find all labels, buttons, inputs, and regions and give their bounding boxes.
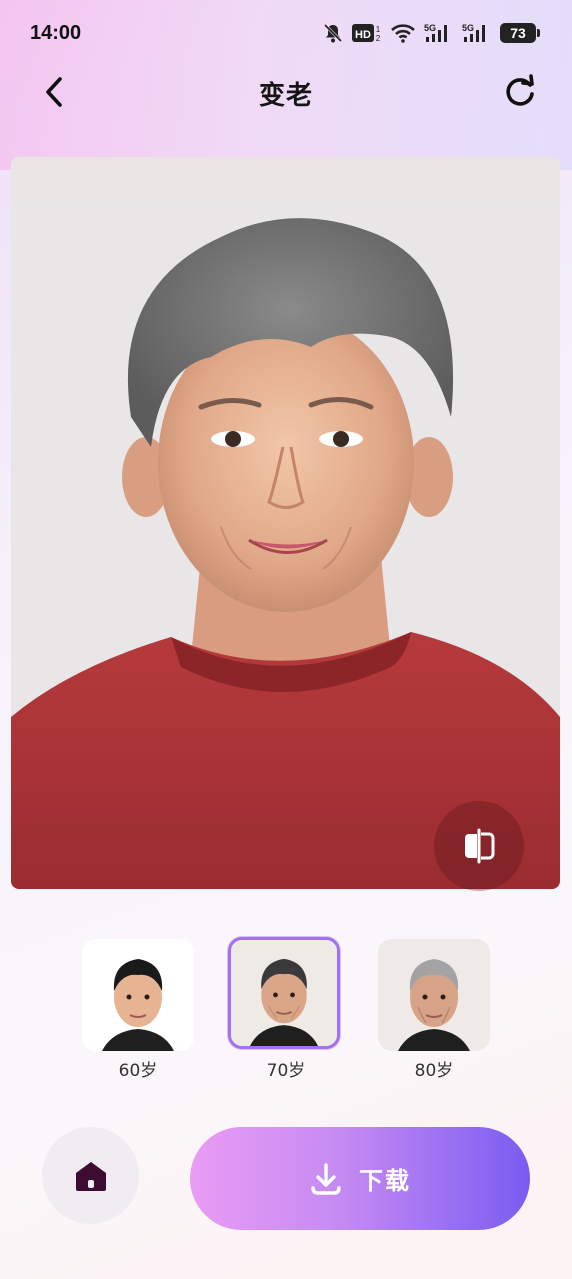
status-time: 14:00	[30, 21, 82, 44]
nav-bar: 变老	[0, 66, 572, 120]
wifi-icon	[391, 24, 415, 43]
download-button[interactable]: 下载	[190, 1127, 530, 1230]
signal-5g-icon: 5G	[424, 23, 447, 42]
age-option-60[interactable]	[82, 939, 194, 1051]
aged-photo-preview	[11, 157, 560, 889]
status-bar: 14:00 HD 1 2 5G 5G 73	[0, 0, 572, 66]
age-label-80: 80岁	[414, 1061, 454, 1081]
svg-text:5G: 5G	[424, 23, 436, 33]
age-options: 60岁 70岁 80岁	[0, 935, 572, 1085]
refresh-button[interactable]	[500, 72, 540, 112]
svg-text:2: 2	[376, 34, 381, 43]
mute-bell-icon	[323, 23, 343, 43]
compare-button[interactable]	[434, 801, 524, 891]
age-option-70[interactable]	[228, 937, 340, 1049]
status-icons: HD 1 2 5G 5G 73	[322, 22, 540, 44]
age-option-80[interactable]	[378, 939, 490, 1051]
signal-5g-icon: 5G	[462, 23, 485, 42]
svg-text:1: 1	[376, 25, 381, 34]
download-label: 下载	[359, 1167, 411, 1195]
chevron-left-icon	[46, 77, 62, 107]
age-thumbnail-60	[82, 939, 194, 1051]
battery-icon: 73	[500, 23, 540, 43]
portrait-image	[11, 157, 560, 889]
refresh-icon	[506, 74, 534, 106]
age-thumbnail-70	[231, 940, 337, 1046]
battery-level: 73	[510, 25, 526, 41]
compare-icon	[465, 828, 495, 864]
download-icon	[311, 1162, 341, 1195]
home-button[interactable]	[42, 1127, 139, 1224]
age-thumbnail-80	[378, 939, 490, 1051]
back-button[interactable]	[36, 74, 72, 110]
page-title: 变老	[258, 80, 313, 111]
age-label-70: 70岁	[266, 1061, 306, 1081]
svg-text:5G: 5G	[462, 23, 474, 33]
age-label-60: 60岁	[118, 1061, 158, 1081]
home-icon	[75, 1161, 106, 1191]
hd-icon: HD 1 2	[352, 24, 381, 43]
svg-text:HD: HD	[355, 29, 371, 41]
